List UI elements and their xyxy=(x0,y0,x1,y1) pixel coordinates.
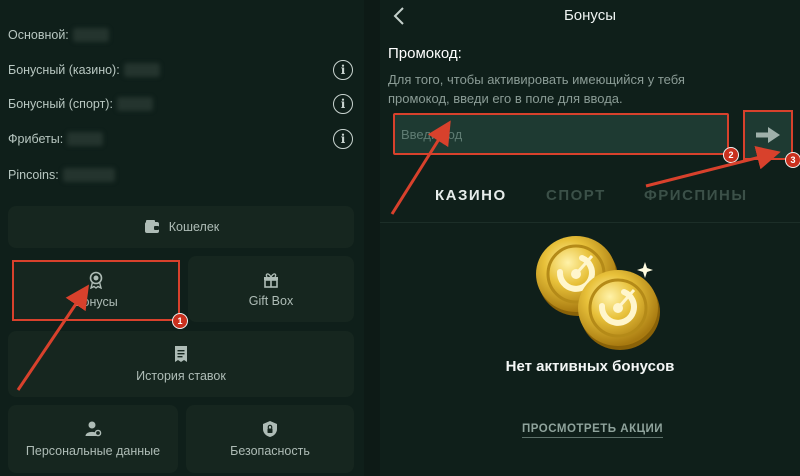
personal-data-button[interactable]: Персональные данные xyxy=(8,405,178,473)
balance-casino-value xyxy=(123,63,160,77)
tab-freespins[interactable]: ФРИСПИНЫ xyxy=(644,187,748,204)
balance-sport-bonus: Бонусный (спорт): i xyxy=(8,94,353,114)
balance-main-value xyxy=(72,28,109,42)
balance-main: Основной: xyxy=(8,25,353,45)
empty-state-text: Нет активных бонусов xyxy=(505,358,675,375)
bet-history-button[interactable]: История ставок xyxy=(8,331,354,397)
balance-casino-label: Бонусный (казино): xyxy=(8,63,120,77)
bonus-coins-illustration xyxy=(536,236,660,350)
balance-sport-label: Бонусный (спорт): xyxy=(8,97,113,111)
promo-code-input[interactable] xyxy=(393,113,729,155)
bet-history-label: История ставок xyxy=(136,369,226,383)
promo-title: Промокод: xyxy=(388,45,462,62)
bonuses-screen: Бонусы Промокод: Для того, чтобы активир… xyxy=(380,0,800,476)
gift-icon xyxy=(264,273,278,288)
info-icon[interactable]: i xyxy=(333,94,353,114)
view-promotions-link[interactable]: ПРОСМОТРЕТЬ АКЦИИ xyxy=(522,423,664,438)
wallet-icon xyxy=(144,220,159,233)
shield-lock-icon xyxy=(263,421,277,437)
step-badge-3: 3 xyxy=(785,152,800,168)
giftbox-label: Gift Box xyxy=(248,294,294,308)
account-panel: Основной: Бонусный (казино): i Бонусный … xyxy=(0,0,364,476)
page-title: Бонусы xyxy=(563,7,617,24)
info-icon[interactable]: i xyxy=(333,60,353,80)
balance-main-label: Основной: xyxy=(8,28,69,42)
giftbox-button[interactable]: Gift Box xyxy=(188,256,354,322)
balance-casino-bonus: Бонусный (казино): i xyxy=(8,60,353,80)
arrow-right-icon xyxy=(756,127,780,143)
balance-pincoins-label: Pincoins: xyxy=(8,168,59,182)
promo-description: Для того, чтобы активировать имеющийся у… xyxy=(388,72,685,106)
balance-pincoins: Pincoins: xyxy=(8,165,353,185)
balance-freebets-label: Фрибеты: xyxy=(8,132,64,146)
balance-pincoins-value xyxy=(62,168,115,182)
personal-data-label: Персональные данные xyxy=(25,444,161,458)
wallet-button[interactable]: Кошелек xyxy=(8,206,354,248)
wallet-label: Кошелек xyxy=(168,220,220,234)
balance-freebets: Фрибеты: i xyxy=(8,129,353,149)
balance-sport-value xyxy=(116,97,153,111)
info-icon[interactable]: i xyxy=(333,129,353,149)
user-settings-icon xyxy=(85,421,102,437)
tab-casino[interactable]: КАЗИНО xyxy=(435,187,507,204)
step-badge-2: 2 xyxy=(723,147,739,163)
security-button[interactable]: Безопасность xyxy=(186,405,354,473)
bonuses-highlight xyxy=(12,260,180,321)
balance-freebets-value xyxy=(67,132,104,146)
step-badge-1: 1 xyxy=(172,313,188,329)
tab-sport[interactable]: СПОРТ xyxy=(546,187,606,204)
submit-promo-button[interactable] xyxy=(743,110,793,160)
tabs-divider xyxy=(380,222,800,223)
receipt-icon xyxy=(175,346,187,362)
security-label: Безопасность xyxy=(230,444,310,458)
